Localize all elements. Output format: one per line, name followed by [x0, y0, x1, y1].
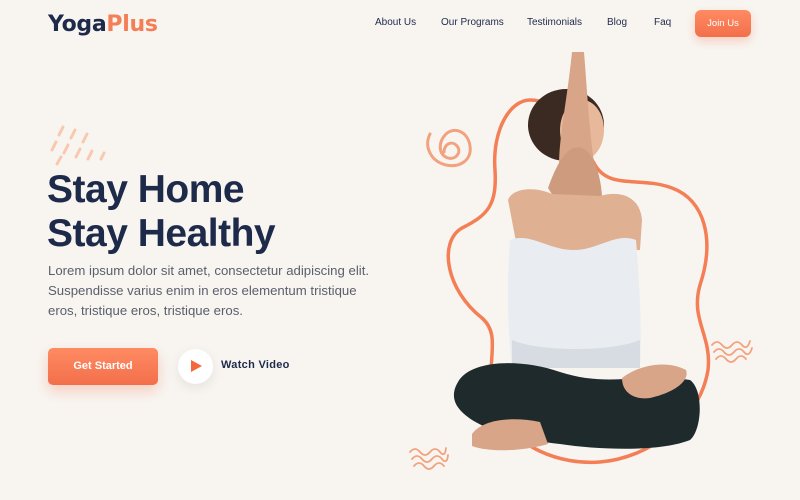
headline-line-1: Stay Home: [47, 168, 245, 211]
play-icon: [191, 360, 202, 372]
nav-our-programs[interactable]: Our Programs: [441, 17, 504, 28]
hero-description: Lorem ipsum dolor sit amet, consectetur …: [48, 263, 370, 318]
hero-illustration: [409, 52, 753, 470]
nav-blog[interactable]: Blog: [607, 17, 627, 28]
join-us-button[interactable]: Join Us: [695, 10, 751, 37]
nav-testimonials[interactable]: Testimonials: [527, 17, 582, 28]
get-started-button[interactable]: Get Started: [48, 348, 158, 385]
main-nav: About Us Our Programs Testimonials Blog …: [0, 17, 800, 31]
nav-about-us[interactable]: About Us: [375, 17, 416, 28]
watch-video-label: Watch Video: [221, 359, 290, 371]
decorative-strokes-icon: [50, 125, 106, 166]
headline-line-2: Stay Healthy: [47, 212, 276, 255]
spiral-icon: [426, 129, 472, 168]
nav-faq[interactable]: Faq: [654, 17, 671, 28]
hero-headline: Stay Home Stay Healthy: [47, 168, 276, 256]
play-button[interactable]: [178, 349, 213, 384]
yoga-figure: [453, 52, 700, 451]
